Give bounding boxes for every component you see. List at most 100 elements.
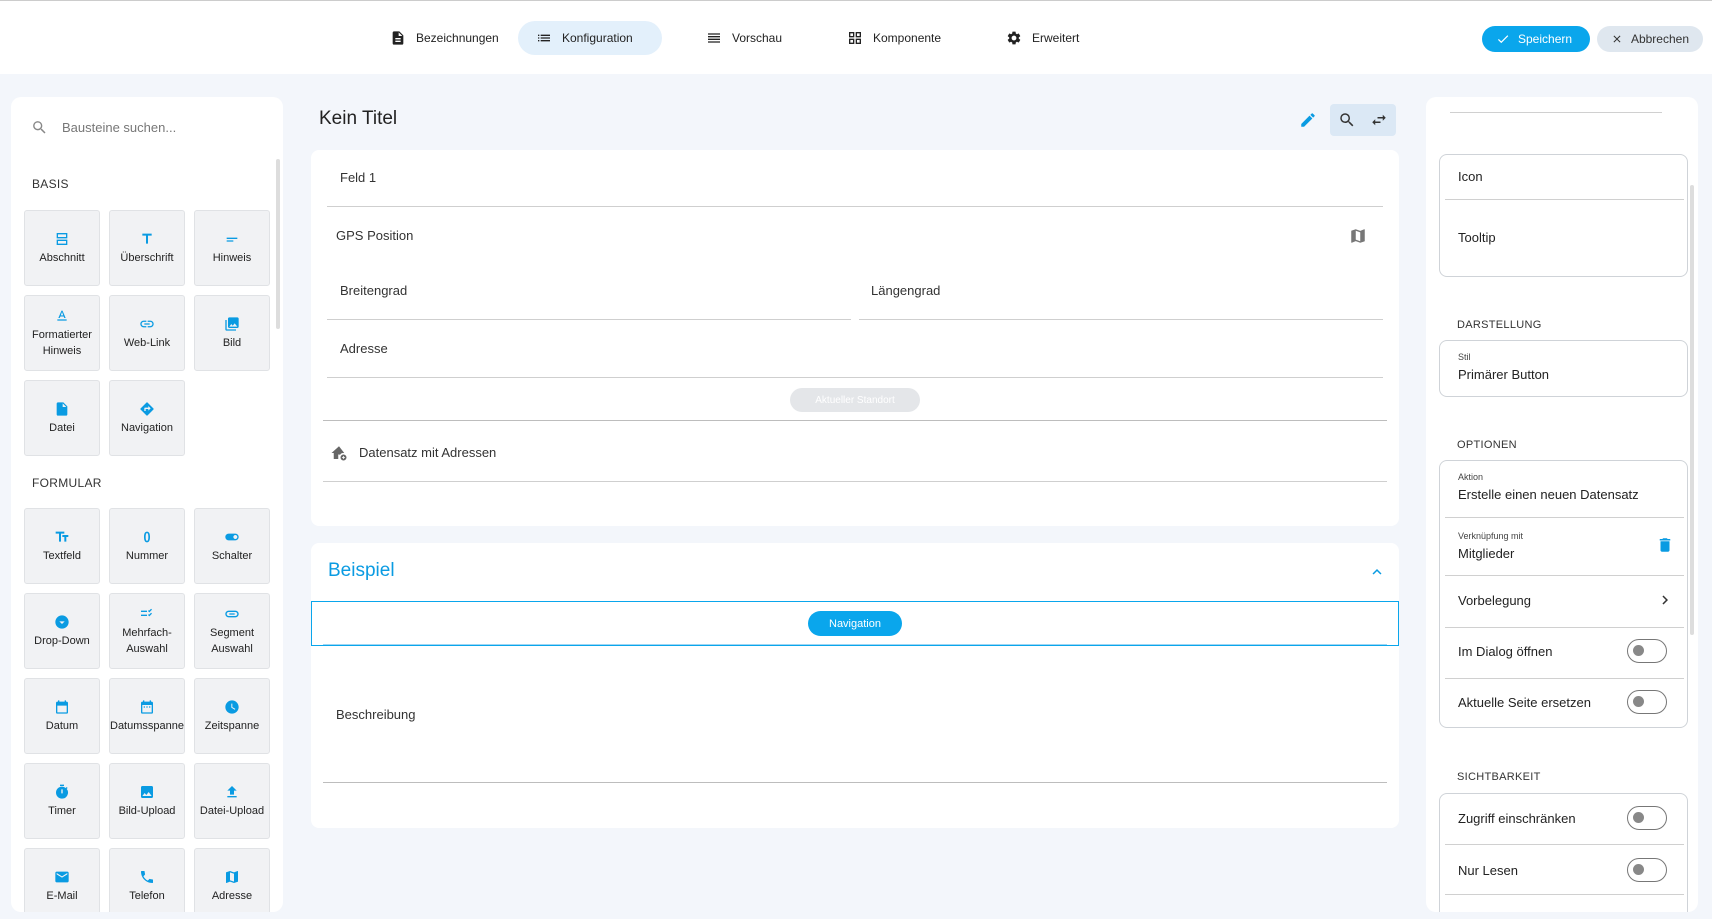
tile-label: Bild xyxy=(222,336,242,349)
notes-icon xyxy=(226,237,238,242)
tile-label: Formatierter Hinweis xyxy=(32,328,92,357)
chevron-right-icon xyxy=(1662,595,1668,605)
document-icon xyxy=(392,31,404,45)
section-basis-title: BASIS xyxy=(32,177,69,191)
tile-adresse[interactable]: Adresse xyxy=(194,848,270,912)
palette-scrollbar[interactable] xyxy=(276,159,280,329)
tile-label: Zeitspanne xyxy=(204,719,260,732)
pencil-icon xyxy=(1301,113,1315,127)
check-icon xyxy=(1497,35,1509,44)
sichtbarkeit-group: Zugriff einschränken Nur Lesen xyxy=(1439,793,1688,912)
tile-navigation[interactable]: Navigation xyxy=(109,380,185,456)
current-location-button[interactable]: Aktueller Standort xyxy=(790,388,920,412)
tab-vorschau[interactable]: Vorschau xyxy=(688,21,800,55)
tile-zeitspanne[interactable]: Zeitspanne xyxy=(194,678,270,754)
tab-komponente[interactable]: Komponente xyxy=(829,21,959,55)
tile-segment-auswahl[interactable]: Segment Auswahl xyxy=(194,593,270,669)
palette-search[interactable]: Bausteine suchen... xyxy=(31,119,176,136)
verknuepfung-select[interactable]: Mitglieder xyxy=(1458,546,1514,561)
tile-hinweis[interactable]: Hinweis xyxy=(194,210,270,286)
tab-bezeichnungen[interactable]: Bezeichnungen xyxy=(372,21,517,55)
tile-nummer[interactable]: Nummer xyxy=(109,508,185,584)
tile-label: Datei xyxy=(49,421,75,434)
tile-abschnitt[interactable]: Abschnitt xyxy=(24,210,100,286)
tile-bild[interactable]: Bild xyxy=(194,295,270,371)
tab-erweitert[interactable]: Erweitert xyxy=(988,21,1097,55)
verknuepfung-label: Verknüpfung mit xyxy=(1458,531,1524,541)
field-gps-position[interactable]: GPS Position xyxy=(336,228,413,243)
tile-e-mail[interactable]: E-Mail xyxy=(24,848,100,912)
field-laengengrad[interactable]: Längengrad xyxy=(871,283,940,298)
properties-scrollbar[interactable] xyxy=(1690,185,1694,635)
clock-icon xyxy=(225,699,239,714)
map-icon xyxy=(226,870,238,883)
tile-telefon[interactable]: Telefon xyxy=(109,848,185,912)
tile-timer[interactable]: Timer xyxy=(24,763,100,839)
nur-lesen-toggle[interactable] xyxy=(1627,858,1667,882)
field-feld1[interactable]: Feld 1 xyxy=(340,170,376,185)
tooltip-field[interactable]: Tooltip xyxy=(1458,230,1496,245)
vorbelegung-open-button[interactable] xyxy=(1653,588,1677,612)
ersetzen-toggle[interactable] xyxy=(1627,690,1667,714)
vorbelegung-row[interactable]: Vorbelegung xyxy=(1458,593,1531,608)
section-card xyxy=(311,543,1399,828)
swap-button[interactable] xyxy=(1363,104,1395,136)
aktion-select[interactable]: Erstelle einen neuen Datensatz xyxy=(1458,487,1639,502)
tile-label: Abschnitt xyxy=(39,251,85,264)
field-beschreibung[interactable]: Beschreibung xyxy=(336,707,416,722)
field-datensatz-mit-adressen[interactable]: Datensatz mit Adressen xyxy=(359,445,496,460)
dialog-toggle[interactable] xyxy=(1627,639,1667,663)
zugriff-toggle[interactable] xyxy=(1627,806,1667,830)
search-placeholder: Bausteine suchen... xyxy=(62,120,177,135)
navigation-button[interactable]: Navigation xyxy=(808,611,902,636)
tile-label: Web-Link xyxy=(123,336,171,349)
tile-datumsspanne[interactable]: Datumsspanne xyxy=(109,678,185,754)
tile-datei[interactable]: Datei xyxy=(24,380,100,456)
file-icon xyxy=(56,401,68,416)
editor-search-button[interactable] xyxy=(1331,104,1363,136)
divider xyxy=(1450,112,1662,113)
field-adresse[interactable]: Adresse xyxy=(340,341,388,356)
tile-schalter[interactable]: Schalter xyxy=(194,508,270,584)
gps-map-button[interactable] xyxy=(1342,220,1374,252)
tile-formatierter-hinweis[interactable]: Formatierter Hinweis xyxy=(24,295,100,371)
tile-label: E-Mail xyxy=(46,889,78,902)
tile-bild-upload[interactable]: Bild-Upload xyxy=(109,763,185,839)
divider xyxy=(1445,517,1684,518)
tile-datei-upload[interactable]: Datei-Upload xyxy=(194,763,270,839)
date-range-icon xyxy=(141,699,153,714)
phone-icon xyxy=(141,870,153,883)
cancel-button[interactable]: Abbrechen xyxy=(1597,26,1703,52)
delete-link-button[interactable] xyxy=(1653,533,1677,557)
page-title: Kein Titel xyxy=(319,108,398,129)
optionen-group: Aktion Erstelle einen neuen Datensatz Ve… xyxy=(1439,460,1688,728)
tile-label: Mehrfach-Auswahl xyxy=(122,626,172,655)
heading-icon xyxy=(142,233,152,244)
tile-label: Adresse xyxy=(211,889,253,902)
field-breitengrad[interactable]: Breitengrad xyxy=(340,283,407,298)
divider xyxy=(323,782,1387,783)
section-title[interactable]: Beispiel xyxy=(328,560,395,582)
tile-textfeld[interactable]: Textfeld xyxy=(24,508,100,584)
tile-ueberschrift[interactable]: Überschrift xyxy=(109,210,185,286)
save-button[interactable]: Speichern xyxy=(1482,26,1590,52)
segment-icon xyxy=(225,610,239,617)
chevron-up-icon xyxy=(1372,569,1382,575)
tile-drop-down[interactable]: Drop-Down xyxy=(24,593,100,669)
tile-label: Schalter xyxy=(211,549,253,562)
divider xyxy=(1445,894,1684,895)
tile-label: Segment Auswahl xyxy=(209,626,255,655)
collapse-section-button[interactable] xyxy=(1361,556,1393,588)
divider xyxy=(859,319,1383,320)
tile-datum[interactable]: Datum xyxy=(24,678,100,754)
datensatz-icon-wrap xyxy=(323,437,355,469)
gear-icon xyxy=(1007,31,1021,45)
tab-konfiguration[interactable]: Konfiguration xyxy=(518,21,662,55)
stil-select[interactable]: Primärer Button xyxy=(1458,367,1549,382)
tile-web-link[interactable]: Web-Link xyxy=(109,295,185,371)
tab-label: Konfiguration xyxy=(562,31,633,45)
edit-title-button[interactable] xyxy=(1292,104,1324,136)
icon-field[interactable]: Icon xyxy=(1458,169,1483,184)
tile-mehrfach-auswahl[interactable]: Mehrfach-Auswahl xyxy=(109,593,185,669)
tab-label: Bezeichnungen xyxy=(416,31,499,45)
